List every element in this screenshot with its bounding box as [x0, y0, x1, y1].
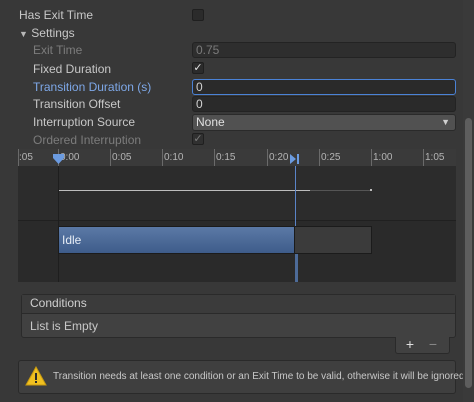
add-condition-button[interactable]: + [400, 337, 420, 353]
inspector-scrollbar[interactable] [463, 0, 474, 402]
source-state-bar[interactable]: Idle [58, 226, 295, 254]
exit-time-label: Exit Time [33, 43, 83, 57]
ruler-tick [214, 149, 215, 166]
end-handle[interactable] [295, 254, 298, 282]
ruler-tick-label: 0:10 [164, 152, 184, 163]
scrollbar-thumb[interactable] [465, 118, 472, 388]
ruler-tick [371, 149, 372, 166]
transition-timeline[interactable]: :05 0:00 0:05 0:10 0:15 0:20 0:25 1:00 1… [18, 149, 456, 282]
transition-start-marker-icon[interactable] [53, 154, 64, 165]
has-exit-time-checkbox[interactable] [192, 9, 204, 21]
ruler-tick [162, 149, 163, 166]
conditions-panel: Conditions List is Empty [21, 294, 456, 338]
start-guide-line [58, 166, 59, 282]
transition-offset-field[interactable]: 0 [192, 96, 456, 112]
interruption-source-value: None [196, 115, 225, 129]
exit-time-field[interactable]: 0.75 [192, 42, 456, 58]
remove-condition-button[interactable]: − [423, 337, 443, 353]
ruler-tick [267, 149, 268, 166]
ruler-tick [319, 149, 320, 166]
conditions-header: Conditions [22, 295, 455, 314]
ruler-tick [110, 149, 111, 166]
settings-foldout[interactable]: ▼ Settings [19, 26, 75, 41]
ruler-tick-label: 1:05 [425, 152, 445, 163]
conditions-empty-text: List is Empty [30, 319, 99, 333]
fixed-duration-label: Fixed Duration [33, 62, 112, 76]
interruption-source-dropdown[interactable]: None ▼ [192, 114, 456, 131]
ruler-tick-label: 0:20 [269, 152, 289, 163]
ruler-tick-label: 0:05 [112, 152, 132, 163]
transition-end-marker-icon[interactable] [290, 154, 300, 164]
transition-duration-label: Transition Duration (s) [33, 80, 152, 94]
ruler-tick-label: 1:00 [373, 152, 393, 163]
transition-offset-label: Transition Offset [33, 97, 121, 111]
fixed-duration-checkbox[interactable]: ✓ [192, 62, 204, 74]
ruler-tick-label: 0:25 [321, 152, 341, 163]
blend-line [58, 190, 310, 191]
ordered-interruption-checkbox[interactable]: ✓ [192, 133, 204, 145]
chevron-down-icon: ▼ [441, 117, 450, 127]
settings-label: Settings [31, 26, 75, 40]
conditions-footer: + − [395, 337, 450, 354]
foldout-arrow-icon: ▼ [19, 29, 28, 39]
warning-icon [25, 366, 47, 386]
transition-curve-area [18, 166, 456, 221]
transition-duration-field[interactable]: 0 [192, 79, 456, 95]
ruler-tick-label: 0:15 [216, 152, 236, 163]
has-exit-time-label: Has Exit Time [19, 8, 94, 22]
warning-helpbox: Transition needs at least one condition … [18, 360, 467, 394]
warning-text: Transition needs at least one condition … [53, 371, 468, 382]
ruler-tick [423, 149, 424, 166]
ordered-interruption-label: Ordered Interruption [33, 133, 142, 147]
interruption-source-label: Interruption Source [33, 115, 136, 129]
blend-line-end-dot [370, 189, 372, 191]
ruler-tick-label: :05 [19, 152, 33, 163]
blend-line-tail [310, 190, 372, 191]
timeline-ruler[interactable]: :05 0:00 0:05 0:10 0:15 0:20 0:25 1:00 1… [18, 149, 456, 167]
